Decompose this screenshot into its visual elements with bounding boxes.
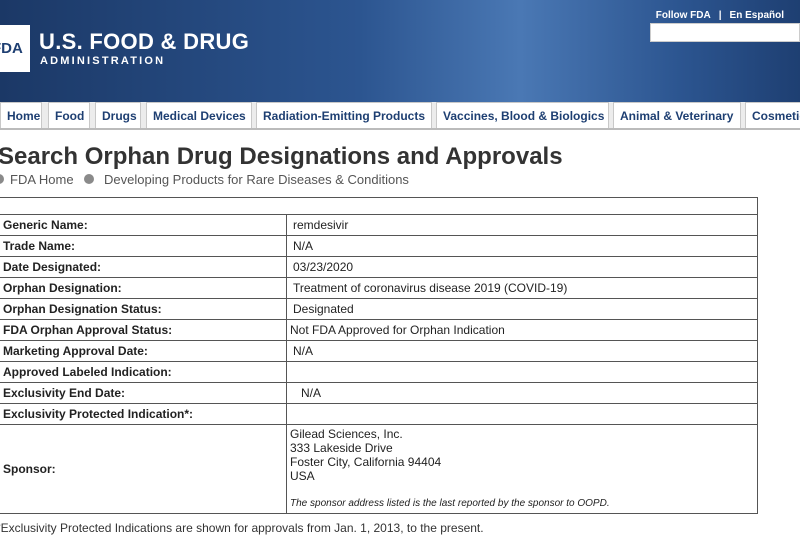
row-value xyxy=(286,361,758,383)
logo-title[interactable]: U.S. FOOD & DRUG xyxy=(39,29,249,55)
page-title: Search Orphan Drug Designations and Appr… xyxy=(0,143,563,170)
row-label: Exclusivity End Date: xyxy=(0,382,287,404)
search-input[interactable] xyxy=(650,23,800,42)
row-label: Date Designated: xyxy=(0,256,287,278)
footnote: *Exclusivity Protected Indications are s… xyxy=(0,521,484,535)
table-row: Trade Name: N/A xyxy=(0,235,758,257)
table-row: FDA Orphan Approval Status: Not FDA Appro… xyxy=(0,319,758,341)
fda-logo[interactable]: FDA xyxy=(0,25,30,72)
table-row: Date Designated: 03/23/2020 xyxy=(0,256,758,278)
breadcrumb-arrow-icon xyxy=(0,174,4,184)
breadcrumb-rare-diseases[interactable]: Developing Products for Rare Diseases & … xyxy=(104,172,409,187)
sponsor-name: Gilead Sciences, Inc. xyxy=(290,427,403,441)
table-row: Exclusivity End Date: N/A xyxy=(0,382,758,404)
sponsor-country: USA xyxy=(290,469,315,483)
row-value: N/A xyxy=(286,235,758,257)
sponsor-row: Sponsor: Gilead Sciences, Inc. 333 Lakes… xyxy=(0,424,758,514)
table-header-row xyxy=(0,197,758,215)
main-nav: Home Food Drugs Medical Devices Radiatio… xyxy=(0,102,800,130)
tab-animal-veterinary[interactable]: Animal & Veterinary xyxy=(613,102,741,128)
table-row: Generic Name: remdesivir xyxy=(0,214,758,236)
breadcrumb-fda-home[interactable]: FDA Home xyxy=(10,172,74,187)
row-value xyxy=(286,403,758,425)
tab-food[interactable]: Food xyxy=(48,102,90,128)
row-value: N/A xyxy=(286,382,758,404)
tab-vaccines-blood-biologics[interactable]: Vaccines, Blood & Biologics xyxy=(436,102,609,128)
site-header: FDA U.S. FOOD & DRUG ADMINISTRATION Foll… xyxy=(0,0,800,102)
row-label: FDA Orphan Approval Status: xyxy=(0,319,287,341)
row-value: Treatment of coronavirus disease 2019 (C… xyxy=(286,277,758,299)
sponsor-note: The sponsor address listed is the last r… xyxy=(290,498,610,509)
row-label: Generic Name: xyxy=(0,214,287,236)
row-value: remdesivir xyxy=(286,214,758,236)
utility-links: Follow FDA | En Español xyxy=(656,10,784,21)
breadcrumb-arrow-icon xyxy=(84,174,94,184)
row-value: 03/23/2020 xyxy=(286,256,758,278)
table-row: Marketing Approval Date: N/A xyxy=(0,340,758,362)
row-label: Marketing Approval Date: xyxy=(0,340,287,362)
table-row: Orphan Designation Status: Designated xyxy=(0,298,758,320)
row-label: Orphan Designation: xyxy=(0,277,287,299)
tab-home[interactable]: Home xyxy=(0,102,42,128)
en-espanol-link[interactable]: En Español xyxy=(730,10,784,21)
table-row: Exclusivity Protected Indication*: xyxy=(0,403,758,425)
row-label: Sponsor: xyxy=(0,424,287,514)
tab-radiation-emitting-products[interactable]: Radiation-Emitting Products xyxy=(256,102,432,128)
sponsor-street: 333 Lakeside Drive xyxy=(290,441,393,455)
follow-fda-link[interactable]: Follow FDA xyxy=(656,10,711,21)
row-value: Not FDA Approved for Orphan Indication xyxy=(286,319,758,341)
row-value: N/A xyxy=(286,340,758,362)
tab-medical-devices[interactable]: Medical Devices xyxy=(146,102,252,128)
row-label: Exclusivity Protected Indication*: xyxy=(0,403,287,425)
tab-drugs[interactable]: Drugs xyxy=(95,102,141,128)
sponsor-city: Foster City, California 94404 xyxy=(290,455,442,469)
fda-logo-mark: FDA xyxy=(0,40,23,57)
designation-table: Generic Name: remdesivir Trade Name: N/A D… xyxy=(0,197,758,514)
link-separator: | xyxy=(718,10,722,21)
row-value: Designated xyxy=(286,298,758,320)
row-label: Orphan Designation Status: xyxy=(0,298,287,320)
tab-cosmetics[interactable]: Cosmetics xyxy=(745,102,800,128)
row-label: Trade Name: xyxy=(0,235,287,257)
logo-subtitle[interactable]: ADMINISTRATION xyxy=(40,55,165,67)
table-row: Orphan Designation: Treatment of coronavi… xyxy=(0,277,758,299)
table-row: Approved Labeled Indication: xyxy=(0,361,758,383)
sponsor-value: Gilead Sciences, Inc. 333 Lakeside Drive… xyxy=(286,424,758,514)
row-label: Approved Labeled Indication: xyxy=(0,361,287,383)
